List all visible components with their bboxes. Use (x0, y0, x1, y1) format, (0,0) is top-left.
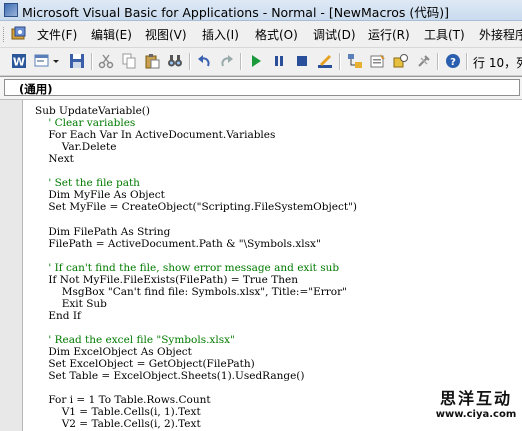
find-icon[interactable] (167, 53, 183, 69)
code-line[interactable]: Dim ExcelObject As Object (35, 346, 192, 358)
code-comment-line[interactable]: ' Clear variables (35, 117, 135, 129)
vba-menu-icon[interactable] (11, 26, 27, 42)
code-line[interactable]: Set MyFile = CreateObject("Scripting.Fil… (35, 201, 357, 213)
watermark-line1: 思洋互动 (439, 389, 512, 408)
undo-icon[interactable] (196, 53, 212, 69)
toolbar-separator (189, 53, 191, 70)
standard-toolbar: W ? 行 10， (0, 48, 522, 76)
code-line[interactable]: End If (35, 310, 81, 322)
redo-icon[interactable] (219, 53, 235, 69)
toolbar-separator (437, 53, 439, 70)
watermark-line2: www.ciya.com (435, 409, 517, 420)
menu-edit[interactable]: 编辑(E) (91, 26, 132, 43)
code-line[interactable]: V2 = Table.Cells(i, 2).Text (35, 418, 201, 430)
cursor-position: 行 10，列 (473, 56, 522, 70)
menu-bar: 文件(F) 编辑(E) 视图(V) 插入(I) 格式(O) 调试(D) 运行(R… (0, 21, 522, 48)
code-line[interactable]: V1 = Table.Cells(i, 1).Text (35, 406, 201, 418)
toolbox-icon[interactable] (416, 53, 432, 69)
code-line[interactable]: Sub UpdateVariable() (35, 105, 150, 117)
toolbar-separator (339, 53, 341, 70)
break-icon[interactable] (271, 53, 287, 69)
code-line[interactable]: Dim FilePath As String (35, 226, 170, 238)
word-icon[interactable]: W (11, 53, 27, 69)
menu-addins[interactable]: 外接程序 (479, 26, 522, 43)
title-bar: Microsoft Visual Basic for Applications … (0, 0, 522, 21)
menu-format[interactable]: 格式(O) (255, 26, 298, 43)
vba-app-icon (4, 3, 18, 17)
menu-view[interactable]: 视图(V) (145, 26, 187, 43)
toolbar-separator (466, 53, 468, 70)
object-bar: (通用) (0, 77, 522, 100)
code-margin[interactable] (0, 100, 23, 431)
code-line[interactable]: Set ExcelObject = GetObject(FilePath) (35, 358, 254, 370)
svg-text:?: ? (450, 57, 456, 68)
code-comment-line[interactable]: ' Read the excel file "Symbols.xlsx" (35, 334, 235, 346)
copy-icon[interactable] (121, 53, 137, 69)
code-comment-line[interactable]: ' If can't find the file, show error mes… (35, 262, 339, 274)
code-line[interactable]: Exit Sub (35, 298, 107, 310)
menu-insert[interactable]: 插入(I) (202, 26, 239, 43)
svg-text:W: W (13, 56, 25, 69)
object-dropdown-value: (通用) (19, 82, 53, 96)
menu-file[interactable]: 文件(F) (37, 26, 77, 43)
code-line[interactable]: Next (35, 153, 74, 165)
code-line[interactable]: Var.Delete (35, 141, 117, 153)
reset-icon[interactable] (294, 53, 310, 69)
code-window: (通用) Sub UpdateVariable() ' Clear variab… (0, 76, 522, 431)
code-line[interactable]: If Not MyFile.FileExists(FilePath) = Tru… (35, 274, 298, 286)
watermark: 思洋互动 www.ciya.com (430, 388, 522, 430)
window-title: Microsoft Visual Basic for Applications … (22, 5, 449, 20)
code-line[interactable]: MsgBox "Can't find file: Symbols.xlsx", … (35, 286, 347, 298)
code-line[interactable]: FilePath = ActiveDocument.Path & "\Symbo… (35, 238, 320, 250)
project-explorer-icon[interactable] (347, 53, 363, 69)
save-icon[interactable] (69, 53, 85, 69)
code-comment-line[interactable]: ' Set the file path (35, 177, 140, 189)
help-icon[interactable]: ? (445, 53, 461, 69)
object-browser-icon[interactable] (393, 53, 409, 69)
menu-tools[interactable]: 工具(T) (424, 26, 465, 43)
code-line[interactable]: For i = 1 To Table.Rows.Count (35, 394, 210, 406)
menu-debug[interactable]: 调试(D) (313, 26, 356, 43)
run-icon[interactable] (248, 53, 264, 69)
menubar-grip[interactable] (3, 27, 7, 42)
code-line[interactable]: For Each Var In ActiveDocument.Variables (35, 129, 275, 141)
toolbar-separator (240, 53, 242, 70)
chevron-down-icon[interactable] (52, 53, 60, 69)
properties-window-icon[interactable] (370, 53, 386, 69)
design-mode-icon[interactable] (317, 53, 333, 69)
paste-icon[interactable] (144, 53, 160, 69)
insert-userform-icon[interactable] (34, 53, 50, 69)
toolbar-separator (91, 53, 93, 70)
code-line[interactable]: Set Table = ExcelObject.Sheets(1).UsedRa… (35, 370, 304, 382)
menu-run[interactable]: 运行(R) (368, 26, 410, 43)
object-dropdown[interactable]: (通用) (4, 79, 520, 96)
cut-icon[interactable] (98, 53, 114, 69)
code-line[interactable]: Dim MyFile As Object (35, 189, 165, 201)
